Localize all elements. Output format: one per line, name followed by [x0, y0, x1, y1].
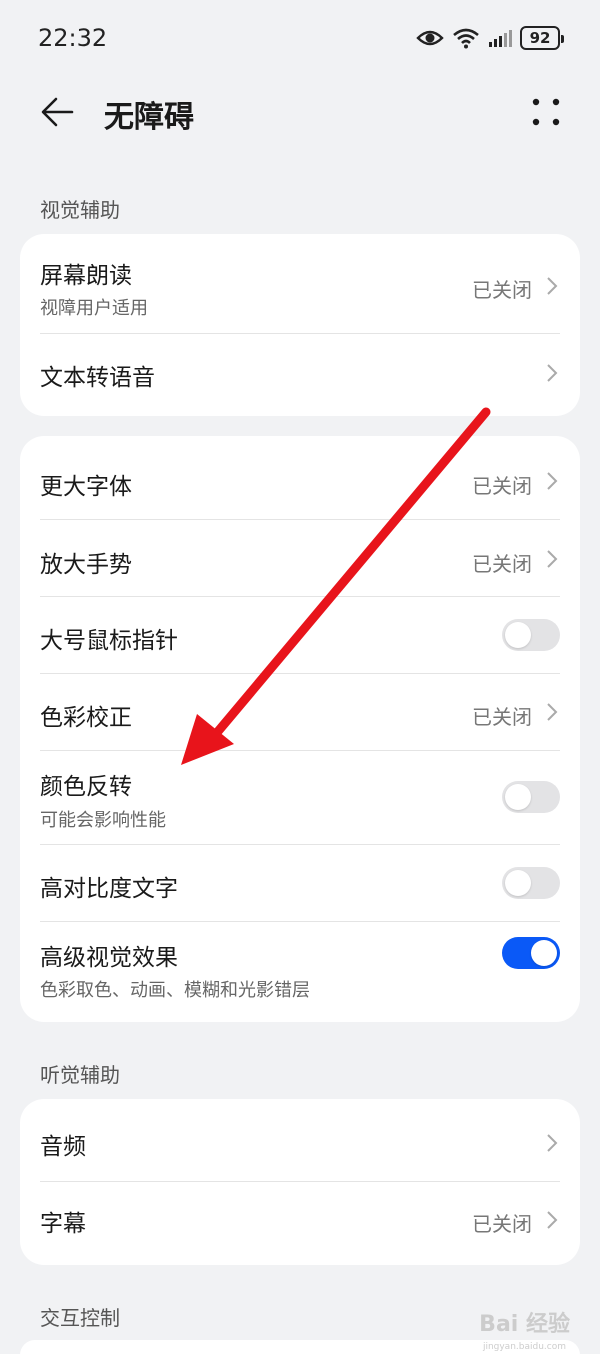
page-title: 无障碍 — [104, 100, 194, 135]
row-text-to-speech[interactable]: 文本转语音 — [20, 334, 580, 416]
wifi-icon — [453, 28, 479, 49]
toggle-knob — [505, 784, 531, 810]
row-status: 已关闭 — [472, 1212, 532, 1236]
chevron-right-icon — [547, 703, 558, 721]
row-larger-font[interactable]: 更大字体 已关闭 — [20, 436, 580, 520]
back-arrow-icon[interactable] — [36, 90, 80, 134]
section-header-interaction: 交互控制 — [40, 1306, 120, 1330]
row-subtitle: 色彩取色、动画、模糊和光影错层 — [40, 980, 310, 1001]
app-bar: 无障碍 — [0, 76, 600, 148]
toggle-knob — [505, 870, 531, 896]
watermark-url: jingyan.baidu.com — [482, 1342, 566, 1352]
toggle-knob — [505, 622, 531, 648]
row-advanced-visual: 高级视觉效果 色彩取色、动画、模糊和光影错层 — [20, 922, 580, 1022]
row-title: 高对比度文字 — [40, 876, 178, 902]
row-color-inversion: 颜色反转 可能会影响性能 — [20, 751, 580, 845]
advanced-visual-toggle[interactable] — [502, 937, 560, 969]
row-title: 色彩校正 — [40, 705, 132, 731]
row-title: 文本转语音 — [40, 365, 155, 391]
row-large-pointer: 大号鼠标指针 — [20, 597, 580, 674]
eye-icon — [416, 30, 444, 46]
row-title: 音频 — [40, 1134, 86, 1160]
row-title: 更大字体 — [40, 474, 132, 500]
color-inversion-toggle[interactable] — [502, 781, 560, 813]
chevron-right-icon — [547, 1211, 558, 1229]
row-title: 屏幕朗读 — [40, 263, 132, 289]
watermark-logo: Bai 经验 — [479, 1312, 570, 1337]
row-status: 已关闭 — [472, 278, 532, 302]
row-title: 字幕 — [40, 1211, 86, 1237]
row-color-correction[interactable]: 色彩校正 已关闭 — [20, 674, 580, 751]
row-title: 大号鼠标指针 — [40, 628, 178, 654]
row-captions[interactable]: 字幕 已关闭 — [20, 1182, 580, 1265]
row-subtitle: 视障用户适用 — [40, 298, 148, 319]
chevron-right-icon — [547, 364, 558, 382]
row-status: 已关闭 — [472, 705, 532, 729]
section-header-visual: 视觉辅助 — [40, 198, 120, 222]
chevron-right-icon — [547, 1134, 558, 1152]
card-visual-reading: 屏幕朗读 视障用户适用 已关闭 文本转语音 — [20, 234, 580, 416]
status-bar: 22:32 92 — [0, 0, 600, 76]
status-time: 22:32 — [38, 24, 108, 52]
chevron-right-icon — [547, 472, 558, 490]
signal-icon — [489, 30, 512, 47]
row-audio[interactable]: 音频 — [20, 1099, 580, 1182]
status-icons: 92 — [416, 24, 564, 52]
row-high-contrast-text: 高对比度文字 — [20, 845, 580, 922]
card-hearing: 音频 字幕 已关闭 — [20, 1099, 580, 1265]
card-visual-display: 更大字体 已关闭 放大手势 已关闭 大号鼠标指针 色彩校正 已关闭 颜色反转 可… — [20, 436, 580, 1022]
more-options-icon[interactable] — [526, 90, 566, 134]
chevron-right-icon — [547, 277, 558, 295]
toggle-knob — [531, 940, 557, 966]
row-screen-reader[interactable]: 屏幕朗读 视障用户适用 已关闭 — [20, 234, 580, 334]
row-title: 放大手势 — [40, 552, 132, 578]
large-pointer-toggle[interactable] — [502, 619, 560, 651]
high-contrast-toggle[interactable] — [502, 867, 560, 899]
row-subtitle: 可能会影响性能 — [40, 810, 166, 831]
row-status: 已关闭 — [472, 474, 532, 498]
row-title: 高级视觉效果 — [40, 945, 178, 971]
section-header-hearing: 听觉辅助 — [40, 1063, 120, 1087]
row-title: 颜色反转 — [40, 774, 132, 800]
chevron-right-icon — [547, 550, 558, 568]
battery-icon: 92 — [520, 26, 564, 50]
row-status: 已关闭 — [472, 552, 532, 576]
row-magnify-gesture[interactable]: 放大手势 已关闭 — [20, 520, 580, 597]
